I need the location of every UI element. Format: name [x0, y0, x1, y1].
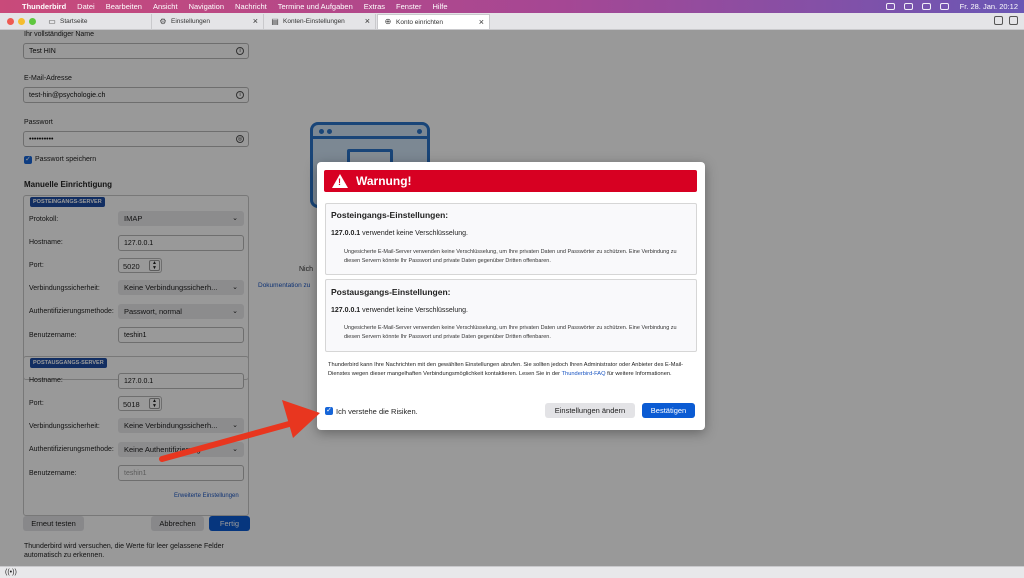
- annotation-arrow: [159, 400, 320, 462]
- status-bar: ((•)): [0, 566, 1024, 578]
- online-status-icon[interactable]: ((•)): [5, 569, 17, 576]
